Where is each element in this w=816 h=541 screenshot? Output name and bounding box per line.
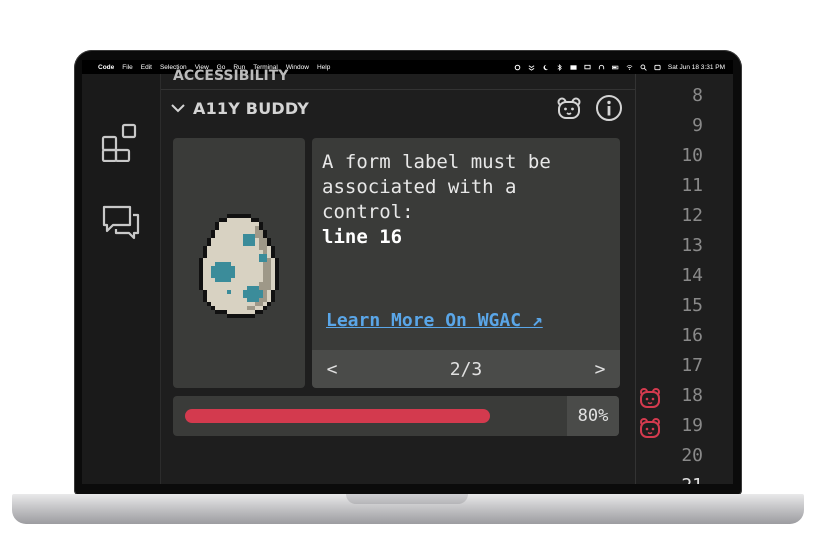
control-center-icon[interactable]	[654, 64, 661, 71]
line-number: 20	[681, 445, 703, 466]
line-number: 11	[681, 175, 703, 196]
battery-icon[interactable]	[611, 64, 619, 71]
a11y-buddy-panel: ACCESSIBILITY A11Y BUDDY A form label mu…	[161, 68, 635, 484]
egg-pet-sprite[interactable]	[191, 210, 287, 326]
keyboard-icon[interactable]	[570, 64, 577, 71]
info-icon[interactable]	[595, 94, 623, 122]
issue-line: line 16	[322, 226, 403, 248]
line-number: 10	[681, 145, 703, 166]
line-number: 13	[681, 235, 703, 256]
bear-marker-icon[interactable]	[638, 386, 662, 410]
issue-message: A form label must be associated with a c…	[322, 150, 612, 250]
previous-section-title[interactable]: ACCESSIBILITY	[173, 68, 288, 84]
chat-bubbles-icon[interactable]	[100, 202, 142, 244]
laptop-notch	[346, 494, 468, 504]
issue-position: 2/3	[449, 358, 483, 380]
menu-app-name[interactable]: Code	[98, 64, 114, 71]
learn-more-link[interactable]: Learn More On WGAC ↗	[326, 310, 543, 331]
panel-title: A11Y BUDDY	[193, 98, 309, 118]
menu-help[interactable]: Help	[317, 64, 330, 71]
line-number-gutter: 89101112131415161718192021	[636, 74, 733, 484]
headphones-icon[interactable]	[598, 64, 605, 71]
wifi-icon[interactable]	[626, 64, 633, 71]
display-icon[interactable]	[584, 64, 591, 71]
issue-message-card: A form label must be associated with a c…	[312, 138, 620, 352]
menu-edit[interactable]: Edit	[141, 64, 152, 71]
screen: Code File Edit Selection View Go Run Ter…	[82, 60, 733, 484]
line-number: 12	[681, 205, 703, 226]
menu-file[interactable]: File	[122, 64, 132, 71]
bluetooth-icon[interactable]	[556, 63, 563, 71]
line-number: 15	[681, 295, 703, 316]
health-progress: 80%	[173, 396, 619, 436]
line-number: 21	[653, 475, 703, 484]
pet-card	[173, 138, 305, 388]
chevron-down-icon[interactable]	[169, 99, 187, 117]
dropbox-icon[interactable]	[528, 64, 535, 71]
line-number: 17	[681, 355, 703, 376]
bear-marker-icon[interactable]	[638, 416, 662, 440]
progress-fill	[185, 409, 490, 423]
search-icon[interactable]	[640, 64, 647, 71]
activity-bar	[82, 74, 161, 484]
moon-icon[interactable]	[542, 64, 549, 71]
next-issue-button[interactable]: >	[580, 359, 620, 380]
line-number: 16	[681, 325, 703, 346]
prev-issue-button[interactable]: <	[312, 359, 352, 380]
line-number: 8	[692, 85, 703, 106]
panel-header[interactable]: A11Y BUDDY	[161, 89, 635, 126]
line-number: 14	[681, 265, 703, 286]
menu-clock[interactable]: Sat Jun 18 3:31 PM	[668, 64, 725, 71]
progress-track	[185, 409, 566, 423]
menu-window[interactable]: Window	[286, 64, 309, 71]
issue-description: A form label must be associated with a c…	[322, 151, 563, 223]
line-number: 9	[692, 115, 703, 136]
progress-percent: 80%	[567, 396, 619, 436]
issue-pager: < 2/3 >	[312, 350, 620, 388]
bear-icon[interactable]	[555, 94, 583, 122]
extensions-icon[interactable]	[100, 120, 142, 162]
gear-icon[interactable]	[514, 64, 521, 71]
